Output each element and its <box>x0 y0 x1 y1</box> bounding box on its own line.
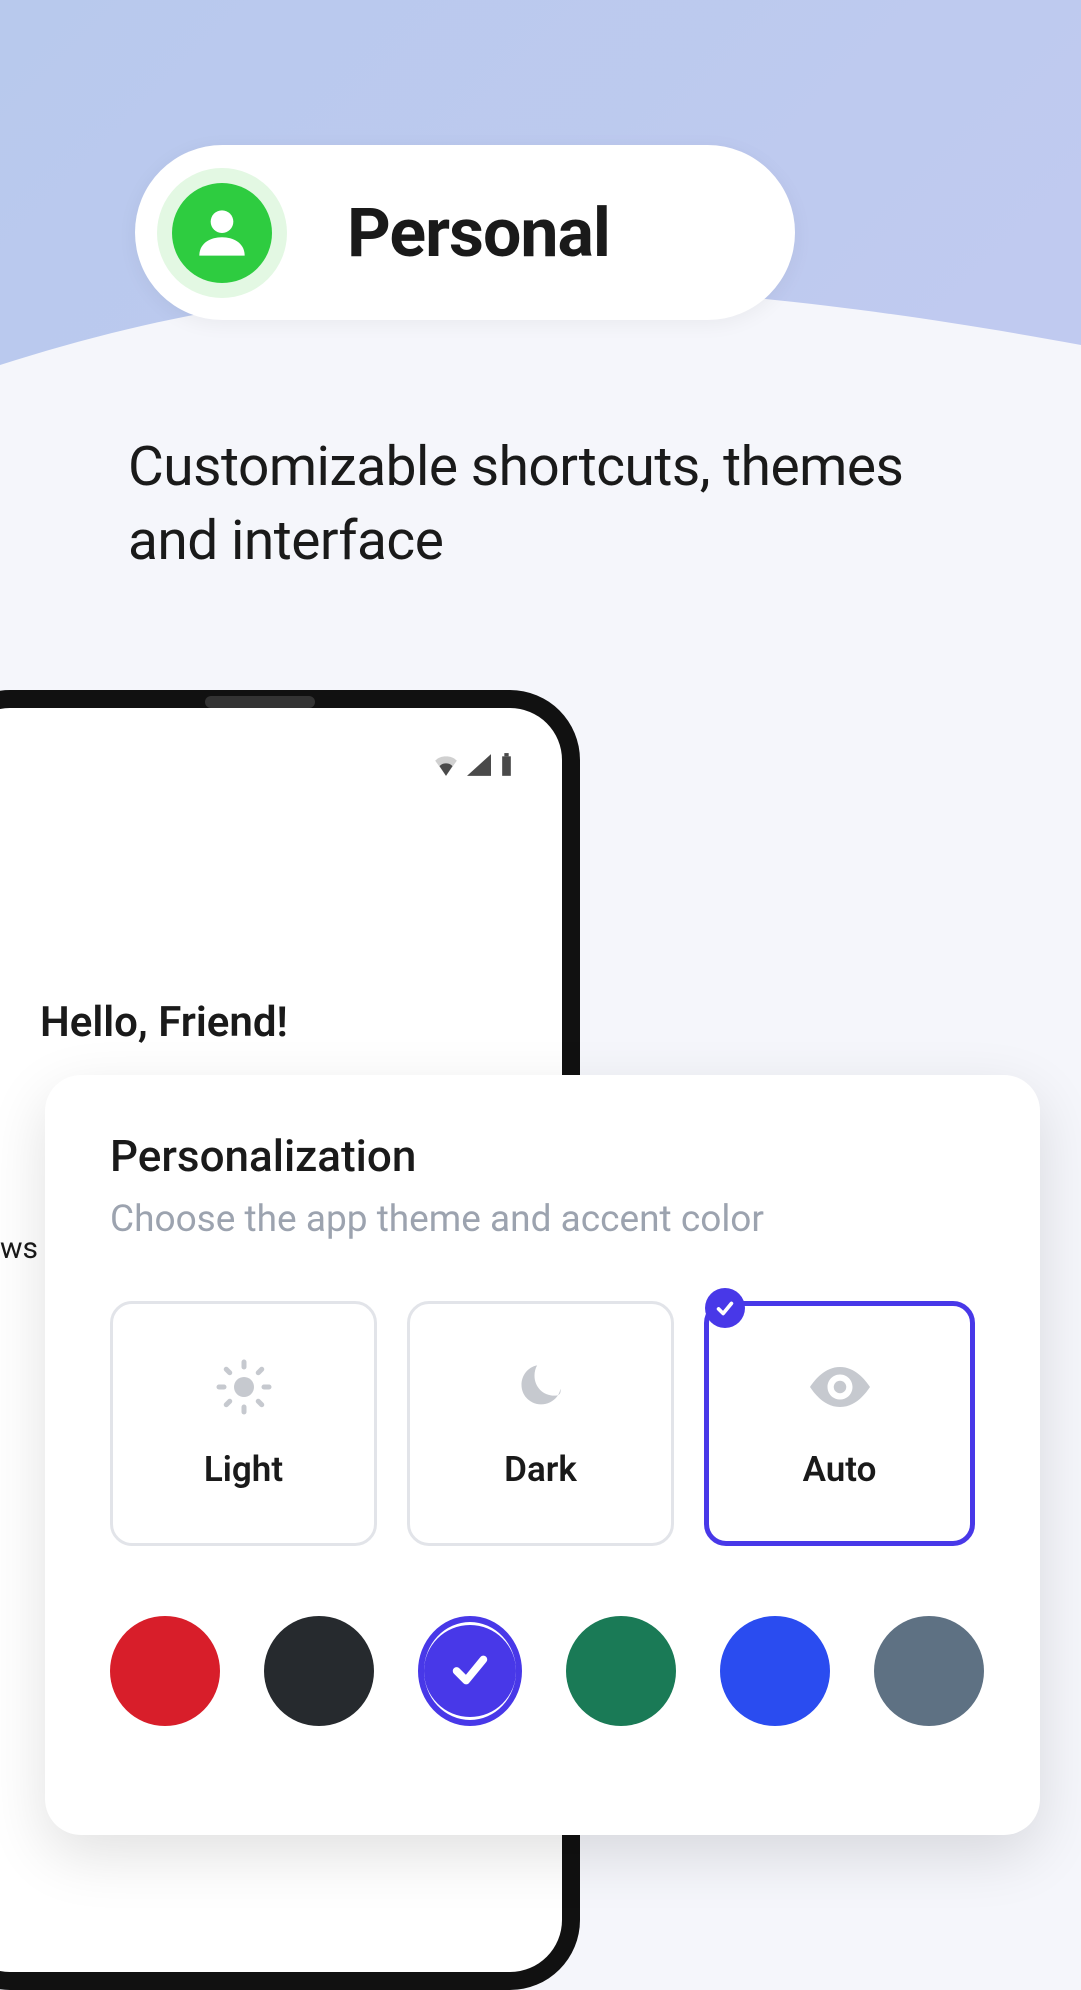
theme-options-row: Light Dark Auto <box>110 1301 975 1546</box>
greeting-text: Hello, Friend! <box>40 998 288 1047</box>
accent-color-row <box>110 1616 975 1726</box>
eye-icon <box>810 1357 870 1417</box>
check-icon <box>705 1288 745 1328</box>
theme-label-dark: Dark <box>504 1449 577 1490</box>
battery-icon <box>499 752 514 778</box>
truncated-text: ws <box>0 1231 38 1266</box>
personal-badge-label: Personal <box>347 193 610 273</box>
status-bar <box>433 752 514 778</box>
card-subtitle: Choose the app theme and accent color <box>110 1198 975 1241</box>
page-subtitle: Customizable shortcuts, themes and inter… <box>128 430 948 579</box>
moon-icon <box>511 1357 571 1417</box>
cellular-icon <box>467 754 491 776</box>
theme-option-dark[interactable]: Dark <box>407 1301 674 1546</box>
theme-option-light[interactable]: Light <box>110 1301 377 1546</box>
sun-icon <box>214 1357 274 1417</box>
personalization-card: Personalization Choose the app theme and… <box>45 1075 1040 1835</box>
color-swatch-green[interactable] <box>566 1616 676 1726</box>
theme-option-auto[interactable]: Auto <box>704 1301 975 1546</box>
theme-label-auto: Auto <box>803 1449 877 1490</box>
color-swatch-black[interactable] <box>264 1616 374 1726</box>
person-icon <box>172 183 272 283</box>
color-swatch-purple[interactable] <box>418 1616 522 1726</box>
wifi-icon <box>433 754 459 776</box>
check-icon <box>447 1646 493 1696</box>
color-swatch-red[interactable] <box>110 1616 220 1726</box>
phone-speaker <box>205 696 315 708</box>
person-icon-bg <box>157 168 287 298</box>
card-title: Personalization <box>110 1130 975 1182</box>
color-swatch-blue[interactable] <box>720 1616 830 1726</box>
theme-label-light: Light <box>204 1449 283 1490</box>
personal-badge: Personal <box>135 145 795 320</box>
color-swatch-slate[interactable] <box>874 1616 984 1726</box>
